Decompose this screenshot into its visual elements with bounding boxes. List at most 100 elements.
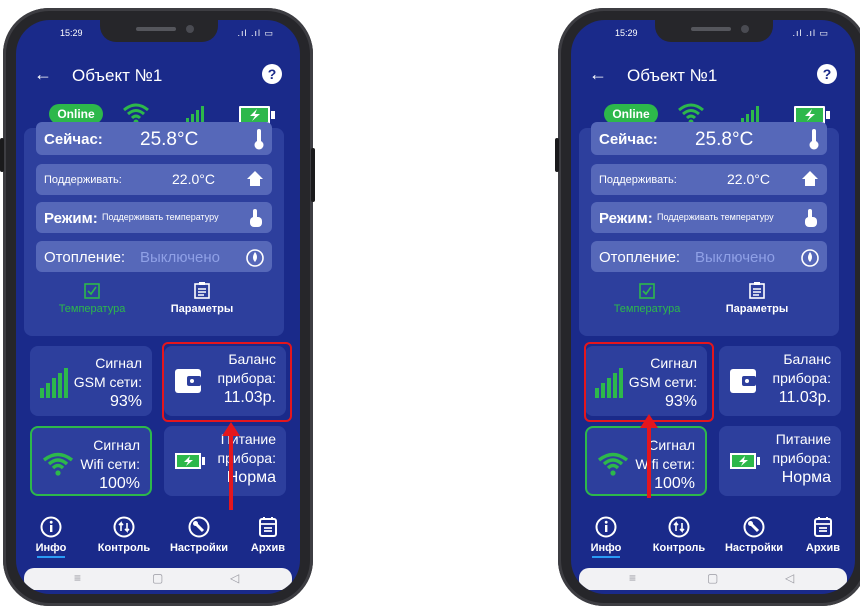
power-label-line1: Питание [775, 431, 831, 447]
wifi-signal-card: Сигнал Wifi сети: 100% [585, 426, 707, 496]
top-bar: ← Объект №1 ? [16, 60, 300, 90]
system-navigation-bar: ≡ ▢ ◁ [24, 568, 292, 590]
nav-control[interactable]: Контроль [649, 516, 709, 554]
help-icon[interactable]: ? [262, 64, 282, 84]
battery-charging-icon [175, 453, 205, 469]
mode-row[interactable]: Режим: Поддерживать температуру [591, 202, 827, 233]
maintain-label: Поддерживать: [44, 174, 122, 186]
tab-parameters-label: Параметры [725, 303, 789, 315]
nav-archive-label: Архив [805, 542, 841, 554]
nav-settings-label: Настройки [724, 542, 784, 554]
touch-icon [805, 209, 817, 227]
tab-parameters[interactable]: Параметры [152, 280, 252, 315]
power-button [311, 148, 315, 202]
bottom-navigation: Инфо Контроль Настройки Архив [16, 516, 300, 564]
mode-value: Поддерживать температуру [657, 212, 774, 222]
system-navigation-bar: ≡ ▢ ◁ [579, 568, 847, 590]
cellular-signal-icon [741, 106, 759, 124]
tab-temperature-label: Температура [58, 303, 126, 315]
recent-apps-icon[interactable]: ≡ [629, 571, 636, 585]
nav-archive[interactable]: Архив [793, 516, 853, 554]
balance-card: Баланс прибора: 11.03р. [719, 346, 841, 416]
status-signal-icons: .ıl .ıl ▭ [237, 28, 274, 38]
flame-icon [801, 249, 819, 267]
panel-tabs: Температура Параметры [24, 280, 284, 330]
maintain-temperature-row[interactable]: Поддерживать: 22.0°C [36, 164, 272, 195]
nav-info-label: Инфо [590, 542, 622, 554]
phone-screen: 15:29 .ıl .ıl ▭ ← Объект №1 ? Online Сей… [571, 20, 855, 594]
nav-settings[interactable]: Настройки [166, 516, 232, 554]
tab-parameters[interactable]: Параметры [707, 280, 807, 315]
archive-icon [814, 517, 832, 537]
info-icon [595, 516, 617, 538]
nav-archive-label: Архив [250, 542, 286, 554]
mode-value: Поддерживать температуру [102, 212, 219, 222]
tab-temperature-label: Температура [613, 303, 681, 315]
wifi-value: 100% [654, 475, 695, 492]
tab-temperature[interactable]: Температура [597, 280, 697, 315]
camera-dot [741, 25, 749, 33]
back-arrow-icon[interactable]: ← [589, 64, 607, 85]
notch [655, 20, 773, 42]
balance-label-line2: прибора: [772, 370, 831, 386]
tab-parameters-label: Параметры [170, 303, 234, 315]
wifi-label-line1: Сигнал [93, 437, 140, 453]
home-icon [247, 171, 263, 186]
maintain-label: Поддерживать: [599, 174, 677, 186]
power-label-line2: прибора: [772, 450, 831, 466]
nav-control-label: Контроль [97, 542, 151, 554]
notch [100, 20, 218, 42]
home-button-icon[interactable]: ▢ [707, 571, 718, 585]
mode-label: Режим: [599, 210, 653, 227]
wifi-value: 100% [99, 475, 140, 492]
balance-value: 11.03р. [778, 389, 831, 406]
heating-row: Отопление: Выключено [36, 241, 272, 272]
nav-info[interactable]: Инфо [576, 516, 636, 554]
nav-info[interactable]: Инфо [21, 516, 81, 554]
maintain-temperature-row[interactable]: Поддерживать: 22.0°C [591, 164, 827, 195]
maintain-value: 22.0°C [172, 171, 215, 187]
annotation-arrow [222, 422, 240, 510]
heating-label: Отопление: [44, 249, 126, 266]
help-icon[interactable]: ? [817, 64, 837, 84]
heating-value: Выключено [140, 249, 220, 266]
nav-settings-label: Настройки [169, 542, 229, 554]
nav-control[interactable]: Контроль [94, 516, 154, 554]
status-time: 15:29 [615, 28, 638, 38]
control-icon [668, 516, 690, 538]
wifi-signal-card: Сигнал Wifi сети: 100% [30, 426, 152, 496]
status-time: 15:29 [60, 28, 83, 38]
temperature-panel: Сейчас: 25.8°C Поддерживать: 22.0°C Режи… [579, 122, 839, 336]
wifi-icon [42, 452, 74, 476]
camera-dot [186, 25, 194, 33]
gsm-signal-card: Сигнал GSM сети: 93% [30, 346, 152, 416]
wifi-label-line2: Wifi сети: [635, 456, 695, 472]
back-arrow-icon[interactable]: ← [34, 64, 52, 85]
status-signal-icons: .ıl .ıl ▭ [792, 28, 829, 38]
back-button-icon[interactable]: ◁ [230, 571, 239, 585]
nav-archive[interactable]: Архив [238, 516, 298, 554]
home-button-icon[interactable]: ▢ [152, 571, 163, 585]
page-title: Объект №1 [72, 66, 163, 85]
heating-row: Отопление: Выключено [591, 241, 827, 272]
tab-temperature[interactable]: Температура [42, 280, 142, 315]
panel-tabs: Температура Параметры [579, 280, 839, 330]
wifi-icon [597, 452, 629, 476]
phone-screen: 15:29 .ıl .ıl ▭ ← Объект №1 ? Online Сей… [16, 20, 300, 594]
back-button-icon[interactable]: ◁ [785, 571, 794, 585]
clipboard-list-icon [194, 282, 210, 299]
nav-active-indicator [37, 556, 65, 558]
gsm-label-line1: Сигнал [95, 355, 142, 371]
nav-info-label: Инфо [35, 542, 67, 554]
control-icon [113, 516, 135, 538]
recent-apps-icon[interactable]: ≡ [74, 571, 81, 585]
power-value: Норма [226, 469, 276, 486]
wrench-icon [188, 516, 210, 538]
current-value: 25.8°C [695, 129, 754, 150]
current-temperature-row: Сейчас: 25.8°C [36, 122, 272, 155]
nav-settings[interactable]: Настройки [721, 516, 787, 554]
mode-label: Режим: [44, 210, 98, 227]
highlight-frame [162, 342, 292, 422]
mode-row[interactable]: Режим: Поддерживать температуру [36, 202, 272, 233]
annotation-arrow [640, 414, 658, 498]
